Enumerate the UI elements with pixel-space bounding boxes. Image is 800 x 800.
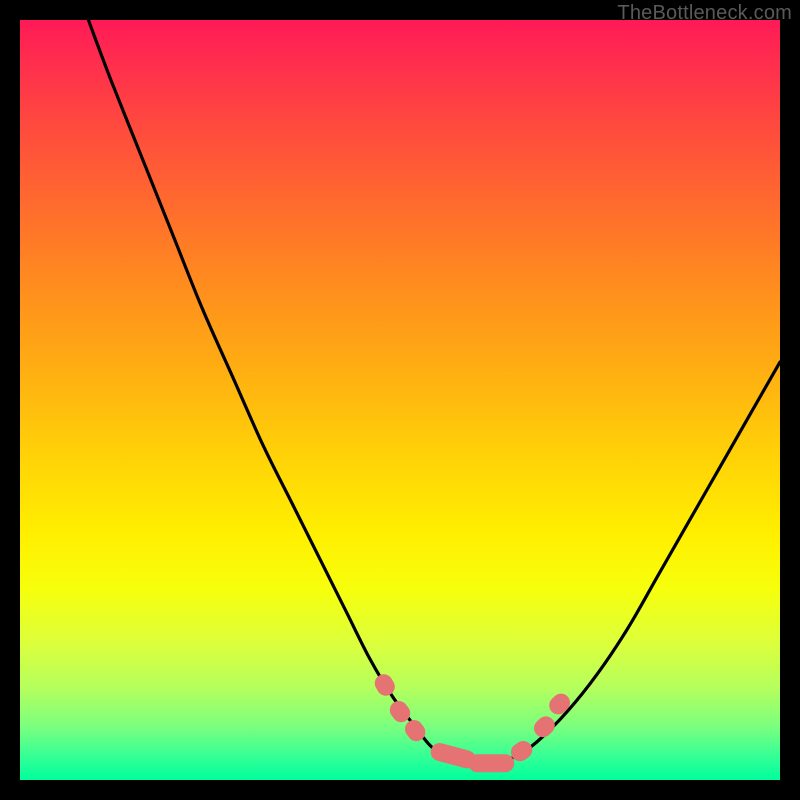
chart-gradient-background: [20, 20, 780, 780]
chart-frame: [20, 20, 780, 780]
watermark-text: TheBottleneck.com: [617, 2, 792, 25]
